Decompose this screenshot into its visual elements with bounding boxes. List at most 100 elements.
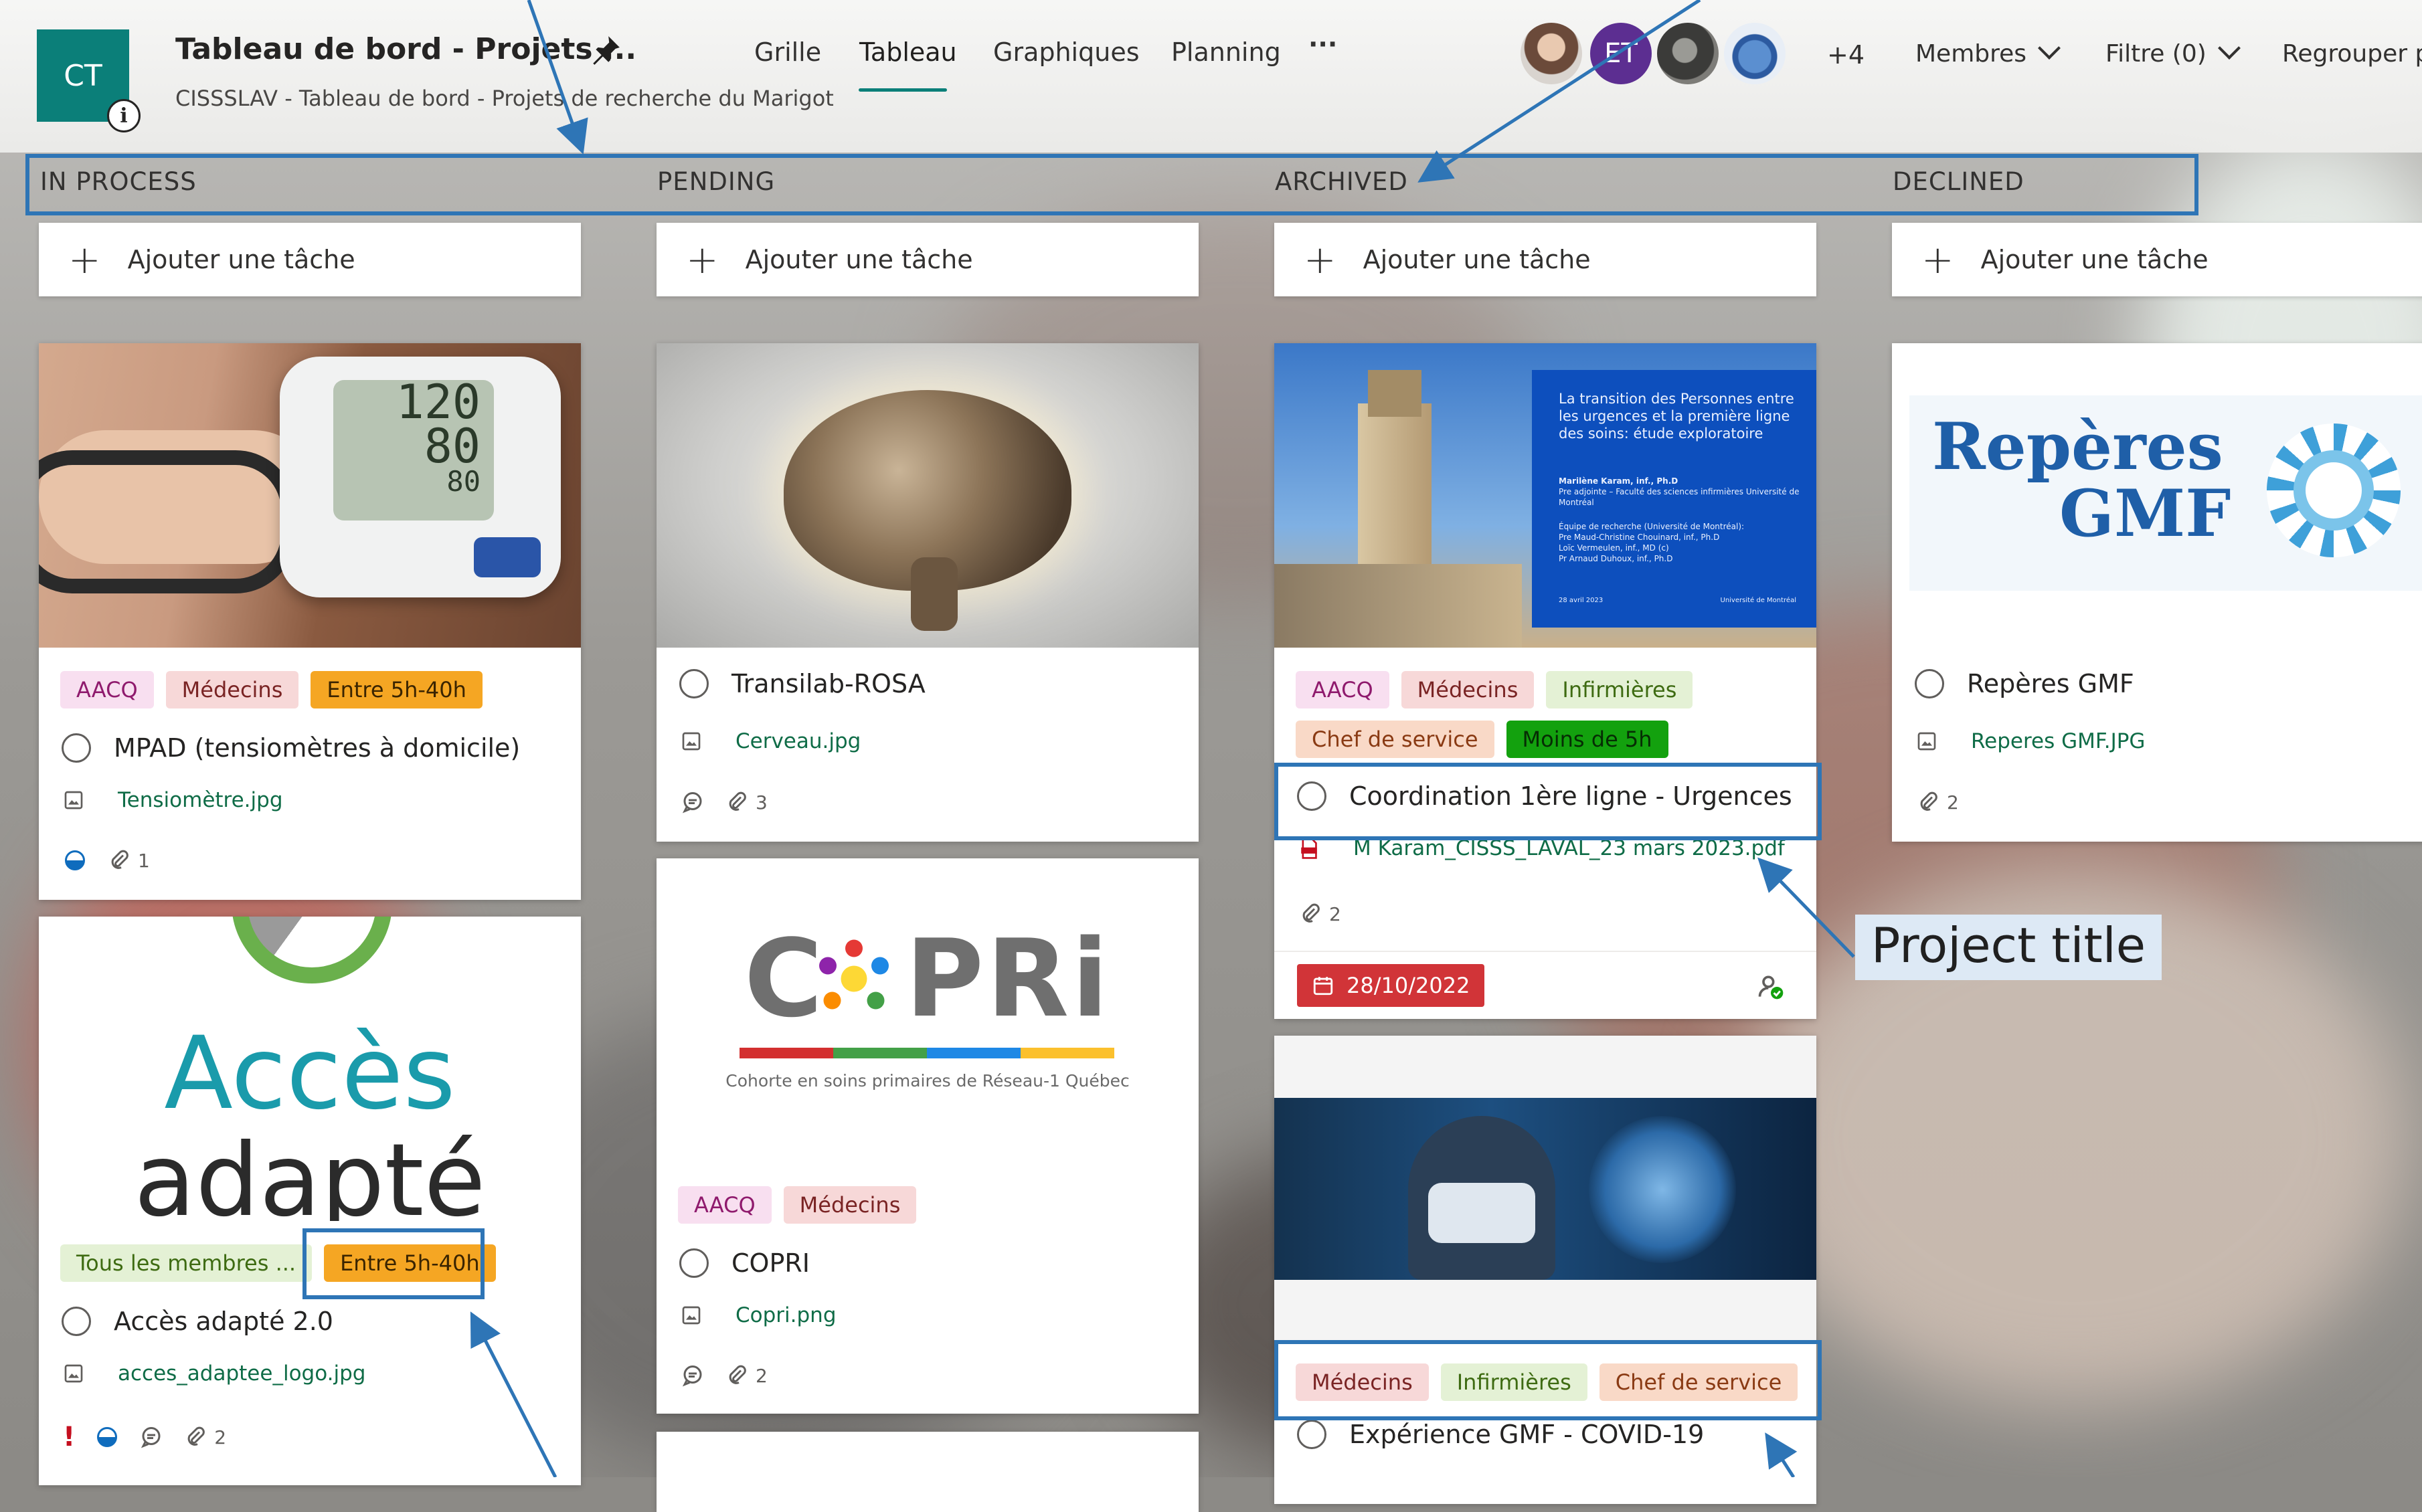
- attachment-link[interactable]: Cerveau.jpg: [681, 729, 861, 753]
- add-task-label: Ajouter une tâche: [1363, 245, 1591, 274]
- comment-icon: [682, 1365, 702, 1387]
- paperclip-icon: [111, 850, 128, 869]
- assign-user-icon[interactable]: [1756, 972, 1786, 1002]
- tag-aacq: AACQ: [60, 671, 154, 708]
- complete-checkbox[interactable]: [62, 1307, 91, 1336]
- task-card-copri[interactable]: C PRi Cohorte en soins primaires de Rése…: [657, 858, 1199, 1414]
- task-title-row: Accès adapté 2.0: [62, 1307, 333, 1336]
- image-icon: [1917, 732, 1936, 751]
- task-title-row: Transilab-ROSA: [679, 669, 926, 698]
- pin-icon[interactable]: [589, 33, 622, 67]
- task-card-covid[interactable]: Médecins Infirmières Chef de service Exp…: [1274, 1036, 1816, 1504]
- screen-diastolic: 80: [424, 419, 481, 474]
- card-meta: 2: [681, 1363, 768, 1388]
- add-task-label: Ajouter une tâche: [127, 245, 355, 274]
- task-title[interactable]: Repères GMF: [1967, 669, 2134, 698]
- complete-checkbox[interactable]: [679, 1248, 709, 1278]
- group-by-dropdown[interactable]: Regrouper pa: [2282, 40, 2422, 68]
- info-icon[interactable]: i: [107, 99, 141, 132]
- attachment-link[interactable]: Reperes GMF.JPG: [1916, 729, 2145, 753]
- card-cover-university-slide: La transition des Personnes entre les ur…: [1274, 343, 1816, 648]
- screen-pulse: 80: [446, 465, 481, 498]
- tag-aacq: AACQ: [1296, 671, 1389, 708]
- task-title[interactable]: Expérience GMF - COVID-19: [1349, 1420, 1704, 1449]
- task-title[interactable]: COPRI: [731, 1248, 810, 1278]
- image-icon: [64, 1364, 83, 1383]
- member-avatar-4[interactable]: [1724, 23, 1786, 84]
- page-title[interactable]: Tableau de bord - Projets ...: [175, 32, 636, 66]
- card-cover-covid: [1274, 1036, 1816, 1340]
- complete-checkbox[interactable]: [679, 669, 709, 698]
- member-avatar-1[interactable]: [1521, 23, 1582, 84]
- task-card-acces-adapte[interactable]: Accès adapté Tous les membres ... Entre …: [39, 917, 581, 1485]
- task-title[interactable]: MPAD (tensiomètres à domicile): [114, 733, 520, 763]
- attachment-name: Copri.png: [736, 1303, 837, 1327]
- attachment-link[interactable]: acces_adaptee_logo.jpg: [63, 1361, 365, 1386]
- add-task-button-declined[interactable]: + Ajouter une tâche: [1892, 223, 2422, 296]
- card-meta: 2: [1916, 790, 1959, 814]
- add-task-button-pending[interactable]: + Ajouter une tâche: [657, 223, 1199, 296]
- annotation-box-column-headers: [25, 154, 2198, 215]
- tag-moins-de-5h: Moins de 5h: [1506, 721, 1668, 758]
- attachment-link[interactable]: Copri.png: [681, 1303, 837, 1327]
- image-icon: [682, 1306, 701, 1325]
- more-members-count[interactable]: +4: [1827, 40, 1865, 70]
- complete-checkbox[interactable]: [1297, 1420, 1326, 1449]
- task-card-mpad[interactable]: 120 80 80 AACQ Médecins Entre 5h-40h MPA…: [39, 343, 581, 900]
- tag-chef-de-service: Chef de service: [1296, 721, 1494, 758]
- task-card-reperes-gmf[interactable]: Repères GMF Repères GMF Reperes GMF.JPG …: [1892, 343, 2422, 842]
- active-tab-indicator: [859, 88, 947, 92]
- progress-half-icon: [97, 1427, 118, 1447]
- tag-list: AACQ Médecins Infirmières: [1296, 671, 1693, 708]
- more-options-icon[interactable]: ···: [1308, 29, 1337, 59]
- logo-line-1: Accès: [164, 1016, 456, 1132]
- due-date: 28/10/2022: [1347, 973, 1470, 998]
- plus-icon: +: [68, 237, 101, 282]
- filter-dropdown[interactable]: Filtre (0): [2105, 37, 2241, 68]
- attachment-name: Reperes GMF.JPG: [1971, 729, 2146, 753]
- member-avatar-3[interactable]: [1657, 23, 1719, 84]
- chevron-down-icon: [2217, 37, 2241, 60]
- complete-checkbox[interactable]: [62, 733, 91, 763]
- filter-label: Filtre (0): [2105, 40, 2207, 68]
- attachment-name: Tensiomètre.jpg: [118, 788, 283, 812]
- add-task-button-archived[interactable]: + Ajouter une tâche: [1274, 223, 1816, 296]
- comment-icon: [141, 1427, 161, 1448]
- paperclip-icon: [1302, 903, 1320, 923]
- paperclip-icon: [1920, 791, 1937, 811]
- members-dropdown[interactable]: Membres: [1915, 37, 2061, 68]
- members-label: Membres: [1915, 40, 2027, 68]
- tab-graphiques[interactable]: Graphiques: [993, 37, 1140, 67]
- plus-icon: +: [1304, 237, 1336, 282]
- slide-date: 28 avril 2023: [1559, 597, 1604, 604]
- member-avatar-et[interactable]: ET: [1590, 23, 1652, 84]
- add-task-label: Ajouter une tâche: [745, 245, 973, 274]
- slide-team-member: Pre Maud-Christine Chouinard, inf., Ph.D: [1559, 533, 1720, 542]
- annotation-box-tags: [1274, 1340, 1822, 1420]
- annotation-box-duration-tag: [302, 1228, 485, 1299]
- tag-list: AACQ Médecins: [678, 1186, 917, 1224]
- add-task-button-in-process[interactable]: + Ajouter une tâche: [39, 223, 581, 296]
- due-date-badge[interactable]: 28/10/2022: [1297, 964, 1485, 1007]
- complete-checkbox[interactable]: [1915, 669, 1944, 698]
- task-card-coordination[interactable]: La transition des Personnes entre les ur…: [1274, 343, 1816, 1019]
- comment-icon: [682, 792, 702, 814]
- tab-grille[interactable]: Grille: [754, 37, 821, 67]
- attachment-count: 2: [1329, 903, 1341, 925]
- attachment-link[interactable]: Tensiomètre.jpg: [63, 788, 283, 812]
- task-title[interactable]: Accès adapté 2.0: [114, 1307, 333, 1336]
- card-meta: 3: [681, 790, 768, 814]
- tag-tous-les-membres: Tous les membres ...: [60, 1244, 313, 1282]
- card-cover-blood-pressure-monitor: 120 80 80: [39, 343, 581, 648]
- task-title[interactable]: Transilab-ROSA: [731, 669, 926, 698]
- card-cover-brain: [657, 343, 1199, 648]
- attachment-count: 3: [756, 791, 768, 814]
- tag-medecins: Médecins: [783, 1186, 917, 1224]
- tab-planning[interactable]: Planning: [1171, 37, 1281, 67]
- task-card-partial[interactable]: [657, 1432, 1199, 1512]
- copri-people-icon: [819, 939, 889, 1010]
- avatar-initials: ET: [1604, 38, 1638, 69]
- image-icon: [64, 791, 83, 810]
- tab-tableau[interactable]: Tableau: [859, 37, 957, 67]
- task-card-transilab[interactable]: Transilab-ROSA Cerveau.jpg 3: [657, 343, 1199, 842]
